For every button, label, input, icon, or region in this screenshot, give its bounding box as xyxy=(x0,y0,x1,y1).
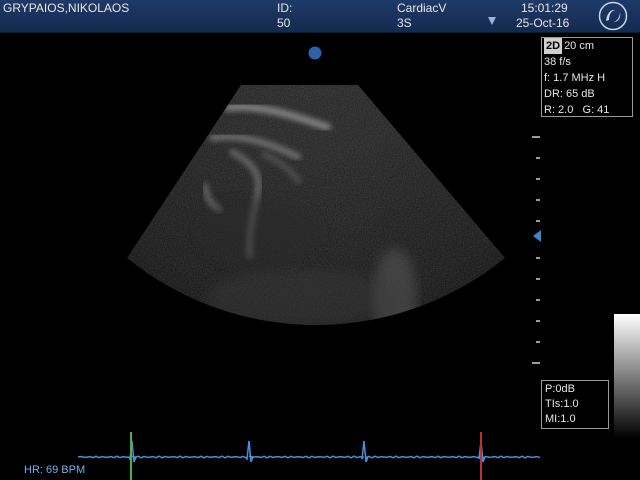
ge-logo-icon xyxy=(598,1,628,31)
clock-time: 15:01:29 xyxy=(521,1,568,15)
frequency: f: 1.7 MHz H xyxy=(544,72,606,84)
id-label: ID: xyxy=(277,1,293,15)
header-bar: GRYPAIOS,NIKOLAOS ID: 50 CardiacV 3S 15:… xyxy=(0,0,640,33)
focus-marker-icon[interactable] xyxy=(533,230,541,242)
ecg-trace xyxy=(77,432,541,480)
preset-dropdown-icon[interactable] xyxy=(487,16,497,26)
depth-value: 20 cm xyxy=(564,40,595,52)
dynamic-range: DR: 65 dB xyxy=(544,88,595,100)
acquisition-params-box: 2D 20 cm 38 f/s f: 1.7 MHz H DR: 65 dB R:… xyxy=(541,37,633,117)
image-sector xyxy=(127,85,505,326)
thermal-index: TIs:1.0 xyxy=(545,398,579,410)
probe-name: 3S xyxy=(397,16,412,30)
grayscale-bar xyxy=(614,314,640,438)
mechanical-index: MI:1.0 xyxy=(545,413,576,425)
frame-rate: 38 f/s xyxy=(544,56,571,68)
heart-rate-label: HR: 69 BPM xyxy=(24,464,86,476)
orientation-marker-icon xyxy=(308,46,322,60)
mode-badge: 2D xyxy=(544,38,563,54)
acoustic-output-box: P:0dB TIs:1.0 MI:1.0 xyxy=(541,380,609,429)
acoustic-power: P:0dB xyxy=(545,383,575,395)
id-value: 50 xyxy=(277,16,291,30)
depth-scale xyxy=(532,136,540,364)
clock-date: 25-Oct-16 xyxy=(516,16,570,30)
patient-name: GRYPAIOS,NIKOLAOS xyxy=(3,1,130,15)
preset-name: CardiacV xyxy=(397,1,447,15)
reject-gain: R: 2.0 G: 41 xyxy=(544,104,610,116)
